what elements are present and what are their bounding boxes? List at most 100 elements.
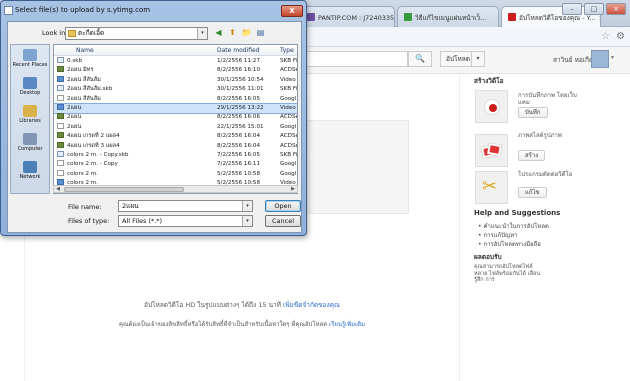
up-folder-icon[interactable]: ⬆ bbox=[227, 27, 238, 38]
file-row[interactable]: 2แผน มิทร 8/2/2556 16:10 ACDSe bbox=[54, 66, 298, 75]
place-desktop[interactable]: Desktop bbox=[11, 77, 49, 96]
file-row[interactable]: 2แผน 29/1/2556 13:22 Video bbox=[54, 102, 297, 115]
site-favicon-icon bbox=[404, 13, 412, 21]
place-label: Network bbox=[19, 174, 41, 180]
file-date: 8/2/2556 16:10 bbox=[217, 67, 261, 74]
file-row[interactable]: 2แผน สีสันส้ม.skb 30/1/2556 11:01 SKB Fil bbox=[54, 85, 297, 94]
window-close-button[interactable]: × bbox=[606, 3, 626, 15]
file-type: Video bbox=[280, 105, 296, 111]
avatar[interactable] bbox=[591, 50, 609, 68]
account-dropdown-icon[interactable]: ▾ bbox=[611, 54, 614, 61]
upload-dropdown-icon[interactable]: ▾ bbox=[471, 51, 485, 67]
file-name: colors 2 m. - Copy.skb bbox=[67, 152, 129, 158]
file-row[interactable]: 0.skb 1/2/2556 11:27 SKB Fil bbox=[54, 57, 298, 66]
create-video-title: สร้างวิดีโอ bbox=[474, 77, 504, 85]
scroll-right-icon[interactable]: ▶ bbox=[289, 186, 297, 192]
record-icon bbox=[484, 99, 500, 115]
place-label: Recent Places bbox=[12, 62, 48, 68]
file-name-label: File name: bbox=[68, 203, 102, 211]
increase-limit-link[interactable]: เพิ่มขีดจำกัดของคุณ bbox=[283, 301, 340, 309]
edit-video-button[interactable]: แก้ไข bbox=[518, 187, 547, 198]
place-label: Desktop bbox=[19, 90, 41, 96]
view-menu-icon[interactable]: ▤ bbox=[255, 27, 266, 38]
file-name: 2แผน สีสันส้ม bbox=[67, 76, 101, 83]
file-row[interactable]: 2แผน สีสันส้ม 30/1/2556 10:54 Video bbox=[54, 75, 297, 85]
place-network[interactable]: Network bbox=[11, 161, 49, 180]
file-type-select[interactable]: All Files (*.*) ▾ bbox=[118, 215, 253, 227]
file-row[interactable]: 2แผน สีสันส้ม 8/2/2556 16:05 Googl bbox=[54, 94, 297, 104]
column-name[interactable]: Name bbox=[76, 47, 94, 54]
file-type: ACDSe bbox=[280, 142, 298, 149]
chevron-down-icon[interactable]: ▾ bbox=[242, 201, 252, 211]
browser-tab-thai-menu[interactable]: วิธีแก้ไขเมนูแผ่นหน้าเว็... bbox=[397, 6, 499, 27]
upload-limit-text: อัปโหลดวิดีโอ HD ในรูปแบบต่างๆ ได้ถึง 15… bbox=[143, 301, 281, 309]
scrollbar-thumb[interactable] bbox=[64, 187, 184, 192]
maximize-button[interactable]: □ bbox=[584, 3, 604, 15]
file-type-icon bbox=[57, 141, 64, 148]
back-icon[interactable]: ◀ bbox=[213, 27, 224, 38]
file-name: 2แผน bbox=[67, 114, 82, 121]
file-date: 30/1/2556 11:01 bbox=[217, 86, 264, 93]
chevron-down-icon[interactable]: ▾ bbox=[242, 216, 252, 226]
file-name-field[interactable]: 2แผน ▾ bbox=[118, 200, 253, 212]
file-date: 30/1/2556 10:54 bbox=[217, 76, 264, 83]
column-type[interactable]: Type bbox=[280, 47, 294, 54]
chevron-down-icon[interactable]: ▾ bbox=[197, 28, 207, 39]
file-type-icon bbox=[57, 151, 64, 157]
search-button[interactable]: 🔍 bbox=[408, 51, 432, 67]
tab-close-icon[interactable]: × bbox=[599, 14, 600, 22]
file-type: ACDSe bbox=[280, 133, 298, 140]
file-row[interactable]: 4แผน เกรดที่ 2 แผล4 8/2/2556 16:04 ACDSe bbox=[54, 132, 298, 141]
video-editor-card[interactable]: ✂ bbox=[475, 171, 508, 204]
file-row[interactable]: colors 2 m. - Copy 7/2/2556 16:11 Googl bbox=[54, 160, 297, 169]
file-name: 0.skb bbox=[67, 58, 83, 64]
place-computer[interactable]: Computer bbox=[11, 133, 49, 152]
file-row[interactable]: 4แผน เกรดที่ 3 แผล4 8/2/2556 16:04 ACDSe bbox=[54, 141, 298, 151]
file-type: Googl bbox=[280, 123, 297, 130]
dialog-close-button[interactable]: X bbox=[281, 5, 303, 17]
look-in-select[interactable]: ตะกีดเอิ้ด ▾ bbox=[65, 27, 208, 40]
webcam-record-card[interactable] bbox=[475, 90, 508, 123]
upload-limit-note: อัปโหลดวิดีโอ HD ในรูปแบบต่างๆ ได้ถึง 15… bbox=[25, 300, 459, 310]
column-date-modified[interactable]: Date modified bbox=[217, 47, 260, 54]
copyright-note: คุณต้องเป็นเจ้าของลิขสิทธิ์หรือได้รับสิท… bbox=[25, 319, 459, 329]
file-row[interactable]: 2แผน 8/2/2556 16:06 ACDSe bbox=[54, 113, 297, 122]
help-mobile-upload-link[interactable]: การอัปโหลดทางมือถือ bbox=[478, 239, 540, 249]
feedback-text: คุณสามารถอัปโหลดไฟล์หลาย ไฟล์พร้อมกันได้… bbox=[474, 264, 541, 283]
settings-wrench-icon[interactable]: ⚙ bbox=[616, 31, 625, 42]
feedback-title: ผลตอบรับ bbox=[474, 253, 502, 261]
photo-slideshow-card[interactable] bbox=[475, 134, 508, 167]
file-list[interactable]: Name Date modified Type 0.skb 1/2/2556 11… bbox=[53, 44, 298, 194]
file-row[interactable]: colors 2 m. - Copy.skb 7/2/2556 16:05 SKB … bbox=[54, 151, 297, 160]
photos-icon bbox=[480, 142, 503, 159]
place-recent-places[interactable]: Recent Places bbox=[11, 49, 49, 68]
learn-more-link[interactable]: เรียนรู้เพิ่มเติม bbox=[329, 321, 365, 328]
place-label: Computer bbox=[17, 146, 43, 152]
file-row[interactable]: colors 2 m. 5/2/2556 10:58 Googl bbox=[54, 169, 297, 179]
look-in-value: ตะกีดเอิ้ด bbox=[78, 29, 105, 37]
file-date: 7/2/2556 16:05 bbox=[217, 152, 261, 158]
minimize-button[interactable]: – bbox=[562, 3, 582, 15]
record-button[interactable]: บันทึก bbox=[518, 107, 548, 118]
file-type-icon bbox=[57, 122, 64, 129]
scroll-left-icon[interactable]: ◀ bbox=[54, 186, 62, 192]
cancel-button[interactable]: Cancel bbox=[265, 215, 301, 227]
new-folder-icon[interactable]: 📁 bbox=[241, 27, 252, 38]
file-type: ACDSe bbox=[280, 67, 298, 74]
open-button[interactable]: Open bbox=[265, 200, 301, 212]
file-date: 8/2/2556 16:04 bbox=[217, 133, 261, 140]
file-row[interactable]: 2แผน 22/1/2556 15:01 Googl bbox=[54, 122, 297, 132]
photo-slideshow-label: ภาพสไลด์รูปภาพ bbox=[518, 132, 562, 139]
file-date: 8/2/2556 16:05 bbox=[217, 95, 261, 102]
browser-tab-pantip[interactable]: PANTIP.COM : J7240335 ... bbox=[300, 6, 395, 27]
file-name: 4แผน เกรดที่ 3 แผล4 bbox=[67, 142, 120, 149]
file-list-horizontal-scrollbar[interactable]: ◀ ▶ bbox=[53, 185, 298, 193]
file-name: 2แผน มิทร bbox=[67, 67, 94, 74]
dialog-app-icon bbox=[4, 6, 13, 15]
create-slideshow-button[interactable]: สร้าง bbox=[518, 150, 546, 161]
recent-places-icon bbox=[23, 49, 37, 61]
bookmark-star-icon[interactable]: ☆ bbox=[601, 31, 610, 42]
file-type: SKB Fil bbox=[280, 58, 298, 64]
place-libraries[interactable]: Libraries bbox=[11, 105, 49, 124]
file-name: colors 2 m. - Copy bbox=[67, 161, 118, 168]
